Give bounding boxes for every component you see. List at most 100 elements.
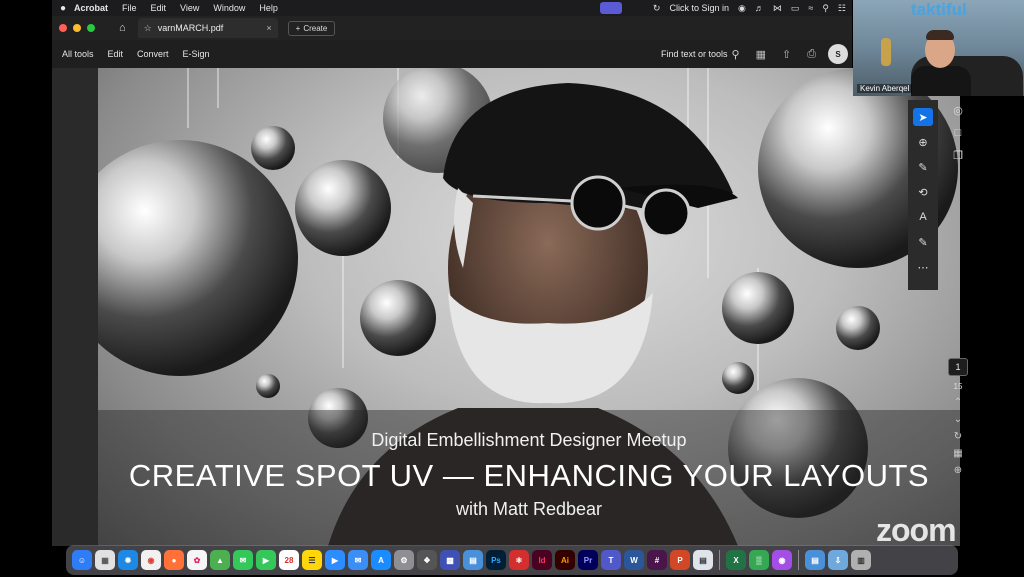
volume-icon[interactable]: ♬ (755, 3, 764, 13)
photos-icon[interactable]: ✿ (187, 550, 207, 570)
document-tab[interactable]: ☆ varnMARCH.pdf × (137, 18, 278, 38)
close-window-button[interactable] (59, 24, 67, 32)
find-tools[interactable]: Find text or tools ⚲ (661, 48, 740, 61)
compass-icon[interactable]: ❖ (417, 550, 437, 570)
notes-icon[interactable]: ☰ (302, 550, 322, 570)
settings-icon[interactable]: ⚙ (394, 550, 414, 570)
fullscreen-window-button[interactable] (87, 24, 95, 32)
downloads-icon[interactable]: ⇩ (828, 550, 848, 570)
document-tab-title: varnMARCH.pdf (157, 23, 224, 33)
photoshop-icon[interactable]: Ps (486, 550, 506, 570)
sign-in-link[interactable]: Click to Sign in (669, 3, 729, 13)
sphere (295, 160, 391, 256)
refresh-icon[interactable]: ↻ (954, 431, 962, 442)
save-icon[interactable]: ▦ (756, 48, 766, 61)
slide-subtitle: Digital Embellishment Designer Meetup (371, 430, 687, 450)
illustrator-icon[interactable]: Ai (555, 550, 575, 570)
sphere (722, 362, 754, 394)
home-icon[interactable]: ⌂ (119, 22, 126, 34)
ai-assistant-icon[interactable]: ◎ (953, 104, 963, 117)
apple-icon[interactable]: ● (52, 3, 74, 14)
sphere (836, 306, 880, 350)
premiere-icon[interactable]: Pr (578, 550, 598, 570)
menu-window[interactable]: Window (213, 3, 245, 13)
indesign-icon[interactable]: Id (532, 550, 552, 570)
trash-icon[interactable]: ▥ (851, 550, 871, 570)
launchpad-icon[interactable]: ▦ (95, 550, 115, 570)
search-icon[interactable]: ⚲ (822, 3, 829, 14)
stamp-icon[interactable]: ✎ (913, 233, 933, 251)
excel-icon[interactable]: X (726, 550, 746, 570)
menu-view[interactable]: View (180, 3, 199, 13)
toolbar-edit[interactable]: Edit (108, 49, 124, 59)
finder-icon[interactable]: ☺ (72, 550, 92, 570)
preview-icon[interactable]: ▤ (693, 550, 713, 570)
toolbar-esign[interactable]: E-Sign (183, 49, 210, 59)
numbers-icon[interactable]: ▒ (749, 550, 769, 570)
webcam-video[interactable]: taktiful Kevin Aberqel (853, 0, 1024, 96)
battery-icon[interactable]: ▭ (791, 3, 800, 14)
left-gutter (52, 68, 98, 546)
plus-icon: + (295, 23, 301, 33)
firefox-icon[interactable]: ● (164, 550, 184, 570)
lasso-icon[interactable]: ⟲ (913, 183, 933, 201)
save-page-icon[interactable]: ▦ (953, 448, 962, 459)
podcasts-icon[interactable]: ◉ (772, 550, 792, 570)
appstore-icon[interactable]: A (371, 550, 391, 570)
star-icon[interactable]: ☆ (144, 23, 152, 34)
bluetooth-icon[interactable]: ⋈ (773, 3, 782, 14)
sync-icon[interactable]: ↻ (653, 3, 661, 14)
print-icon[interactable]: ⎙ (807, 48, 816, 61)
menu-edit[interactable]: Edit (151, 3, 167, 13)
acrobat-icon[interactable]: ⚛ (509, 550, 529, 570)
comment-icon[interactable]: □ (955, 127, 962, 139)
close-tab-icon[interactable]: × (266, 23, 271, 33)
safari-icon[interactable]: ✹ (118, 550, 138, 570)
account-avatar[interactable]: S (828, 44, 848, 64)
toolbar-convert[interactable]: Convert (137, 49, 169, 59)
chevron-up-icon[interactable]: ⌃ (954, 397, 962, 408)
facetime-icon[interactable]: ▶ (256, 550, 276, 570)
page-navigation: 1 15 ⌃ ⌄ ↻ ▦ ⊕ (944, 358, 972, 476)
menu-acrobat[interactable]: Acrobat (74, 3, 108, 13)
menubar-status-area: ↻ Click to Sign in ◉ ♬ ⋈ ▭ ≈ ⚲ ☷ (599, 0, 846, 16)
calendar-icon[interactable]: 28 (279, 550, 299, 570)
lamp (881, 38, 891, 66)
screen-icon[interactable]: ▩ (440, 550, 460, 570)
select-cursor-icon[interactable]: ➤ (913, 108, 933, 126)
maps-icon[interactable]: ▲ (210, 550, 230, 570)
wifi-icon[interactable]: ≈ (808, 3, 813, 13)
mail-icon[interactable]: ✉ (348, 550, 368, 570)
upload-cloud-icon[interactable]: ⇧ (782, 48, 791, 61)
minimize-window-button[interactable] (73, 24, 81, 32)
dock-separator (719, 550, 720, 570)
zoom-app-icon[interactable]: ▶ (325, 550, 345, 570)
chevron-down-icon[interactable]: ⌄ (954, 414, 962, 425)
quick-tools-rail: ➤ ⊕ ✎ ⟲ A ✎ ⋯ (908, 100, 938, 290)
teams-icon[interactable]: T (601, 550, 621, 570)
chrome-icon[interactable]: ◉ (141, 550, 161, 570)
slack-icon[interactable]: # (647, 550, 667, 570)
zoom-in-icon[interactable]: ⊕ (954, 465, 962, 476)
current-page-input[interactable]: 1 (948, 358, 968, 376)
powerpoint-icon[interactable]: P (670, 550, 690, 570)
creative-cloud-icon[interactable]: ◉ (738, 3, 746, 14)
menu-file[interactable]: File (122, 3, 137, 13)
create-button[interactable]: + Create (287, 20, 336, 36)
word-icon[interactable]: W (624, 550, 644, 570)
text-box-icon[interactable]: A (913, 208, 933, 226)
messages-icon[interactable]: ✉ (233, 550, 253, 570)
pages-icon[interactable]: ❐ (953, 149, 963, 162)
more-icon[interactable]: ⋯ (913, 258, 933, 276)
toolbar-all-tools[interactable]: All tools (62, 49, 94, 59)
background-brand-sign: taktiful (911, 0, 967, 19)
control-center-icon[interactable]: ☷ (838, 3, 846, 14)
folder-icon[interactable]: ▤ (805, 550, 825, 570)
pen-icon[interactable]: ✎ (913, 158, 933, 176)
zoom-icon[interactable]: ⊕ (913, 133, 933, 151)
total-pages: 15 (953, 382, 963, 391)
menu-help[interactable]: Help (259, 3, 278, 13)
screen-share-icon[interactable] (599, 2, 622, 14)
files-icon[interactable]: ▤ (463, 550, 483, 570)
zoom-watermark: zoom (876, 512, 957, 548)
